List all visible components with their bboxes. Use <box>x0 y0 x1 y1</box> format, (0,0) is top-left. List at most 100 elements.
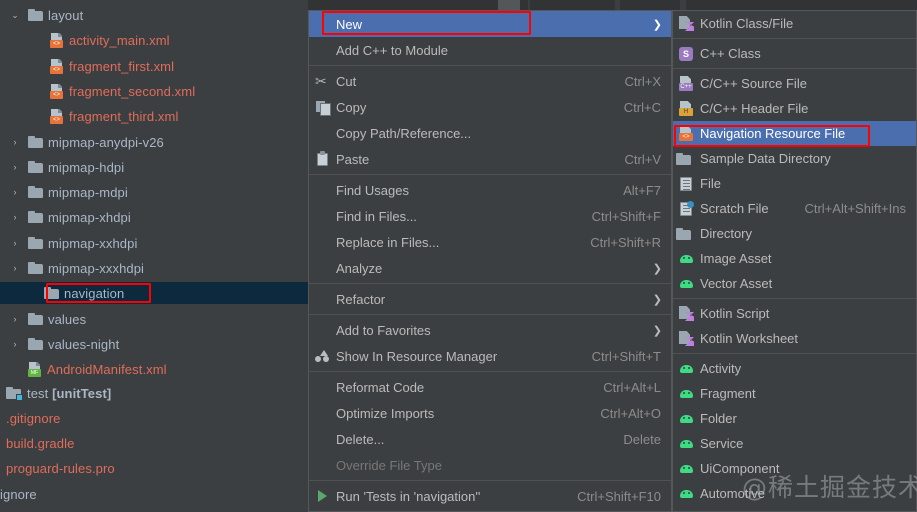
tree-row-label: fragment_second.xml <box>69 83 196 99</box>
submenu-item-icon-slot <box>673 431 699 457</box>
menu-item[interactable]: Copy Ctrl+C <box>309 94 671 120</box>
tree-row[interactable]: proguard-rules.pro <box>0 457 308 479</box>
project-tree[interactable]: ⌄ layout <> activity_main.xml <> fragment_fir… <box>0 0 308 512</box>
tree-row[interactable]: › values-night <box>0 333 308 355</box>
menu-item[interactable]: Run 'Tests in 'navigation'' Ctrl+Shift+F1… <box>309 483 671 509</box>
menu-item[interactable]: Refactor ❯ <box>309 286 671 312</box>
menu-item[interactable]: Optimize Imports Ctrl+Alt+O <box>309 400 671 426</box>
folder-icon <box>28 186 43 198</box>
context-menu[interactable]: New ❯ Add C++ to Module ✂ Cut Ctrl+X Copy Ctrl+… <box>308 10 672 512</box>
menu-item[interactable]: Override File Type <box>309 452 671 478</box>
submenu-item[interactable]: Scratch File Ctrl+Alt+Shift+Ins <box>673 196 916 221</box>
cpp-class-icon: S <box>679 46 693 61</box>
menu-item[interactable]: Analyze ❯ <box>309 255 671 281</box>
tree-row-label: build.gradle <box>6 435 75 451</box>
submenu-item[interactable]: Folder <box>673 406 916 431</box>
toolbar-segment-4[interactable] <box>686 0 917 10</box>
menu-item-shortcut: Ctrl+C <box>623 99 661 115</box>
chevron-right-icon[interactable]: › <box>8 131 22 153</box>
menu-item[interactable]: New ❯ <box>309 11 671 37</box>
tree-row[interactable]: navigation <box>0 282 308 304</box>
tree-row[interactable]: <> fragment_first.xml <box>0 55 308 77</box>
submenu-item[interactable]: Activity <box>673 356 916 381</box>
tree-row[interactable]: <> fragment_third.xml <box>0 105 308 127</box>
menu-item[interactable]: Find Usages Alt+F7 <box>309 177 671 203</box>
submenu-item[interactable]: S C++ Class <box>673 41 916 66</box>
menu-item[interactable]: Replace in Files... Ctrl+Shift+R <box>309 229 671 255</box>
submenu-item[interactable]: Kotlin Class/File <box>673 11 916 36</box>
menu-item[interactable]: Delete... Delete <box>309 426 671 452</box>
chevron-right-icon[interactable]: › <box>8 206 22 228</box>
chevron-right-icon[interactable]: › <box>8 308 22 330</box>
menu-item[interactable]: Copy Path/Reference... <box>309 120 671 146</box>
android-icon <box>679 278 694 289</box>
menu-item[interactable]: Paste Ctrl+V <box>309 146 671 172</box>
submenu-item[interactable]: H C/C++ Header File <box>673 96 916 121</box>
chevron-right-icon[interactable]: › <box>8 181 22 203</box>
submenu-item[interactable]: <> Navigation Resource File <box>673 121 916 146</box>
chevron-right-icon[interactable]: › <box>8 333 22 355</box>
menu-separator <box>309 314 671 315</box>
submenu-item-label: Scratch File <box>700 201 769 216</box>
submenu-item-label: C++ Class <box>700 46 761 61</box>
chevron-right-icon[interactable]: › <box>8 232 22 254</box>
menu-item-icon-slot <box>309 146 335 172</box>
tree-row[interactable]: <> fragment_second.xml <box>0 80 308 102</box>
tree-row[interactable]: › mipmap-hdpi <box>0 156 308 178</box>
toolbar-knob[interactable] <box>498 0 520 10</box>
new-submenu[interactable]: Kotlin Class/File S C++ Class C++ C/C++ Sour… <box>672 10 917 512</box>
chevron-down-icon[interactable]: ⌄ <box>8 4 22 26</box>
tree-row[interactable]: › mipmap-xxxhdpi <box>0 257 308 279</box>
submenu-item-label: Navigation Resource File <box>700 126 846 141</box>
tree-row[interactable]: › values <box>0 308 308 330</box>
menu-item[interactable]: Show In Resource Manager Ctrl+Shift+T <box>309 343 671 369</box>
tree-row[interactable]: › mipmap-xxhdpi <box>0 232 308 254</box>
chevron-right-icon[interactable]: › <box>8 156 22 178</box>
menu-item[interactable]: Add to Favorites ❯ <box>309 317 671 343</box>
menu-item-label: Show In Resource Manager <box>336 348 498 364</box>
submenu-item[interactable]: Kotlin Script <box>673 301 916 326</box>
submenu-item[interactable]: Sample Data Directory <box>673 146 916 171</box>
submenu-item[interactable]: Kotlin Worksheet <box>673 326 916 351</box>
submenu-item[interactable]: Directory <box>673 221 916 246</box>
menu-item[interactable]: Add C++ to Module <box>309 37 671 63</box>
toolbar-segment-3[interactable] <box>620 0 680 10</box>
tree-row-label: AndroidManifest.xml <box>47 361 167 377</box>
tree-row-label: mipmap-mdpi <box>48 184 128 200</box>
tree-row[interactable]: .gitignore <box>0 407 308 429</box>
submenu-item[interactable]: Vector Asset <box>673 271 916 296</box>
folder-icon <box>676 227 691 240</box>
submenu-item-icon-slot <box>673 456 699 482</box>
tree-row[interactable]: test [unitTest] <box>0 382 308 404</box>
submenu-item[interactable]: File <box>673 171 916 196</box>
menu-item[interactable]: ✂ Cut Ctrl+X <box>309 68 671 94</box>
menu-item-label: Copy <box>336 99 367 115</box>
toolbar-segment-2[interactable] <box>530 0 615 10</box>
submenu-item-label: Kotlin Worksheet <box>700 331 799 346</box>
tree-row[interactable]: › mipmap-xhdpi <box>0 206 308 228</box>
menu-item-icon-slot <box>309 177 335 203</box>
tree-row[interactable]: › mipmap-anydpi-v26 <box>0 131 308 153</box>
tree-row[interactable]: ⌄ layout <box>0 4 308 26</box>
submenu-item[interactable]: Fragment <box>673 381 916 406</box>
tree-row[interactable]: ignore <box>0 483 308 505</box>
menu-item[interactable]: Find in Files... Ctrl+Shift+F <box>309 203 671 229</box>
toolbar-segment-1[interactable] <box>308 0 528 10</box>
submenu-item-label: Kotlin Class/File <box>700 16 794 31</box>
folder-icon <box>676 152 691 165</box>
tree-row[interactable]: build.gradle <box>0 432 308 454</box>
tree-row[interactable]: › mipmap-mdpi <box>0 181 308 203</box>
menu-item-shortcut: Ctrl+Shift+R <box>590 234 661 250</box>
chevron-right-icon[interactable]: › <box>8 257 22 279</box>
tree-row[interactable]: MF AndroidManifest.xml <box>0 358 308 380</box>
submenu-item-icon-slot <box>673 196 699 222</box>
tree-row[interactable]: <> activity_main.xml <box>0 29 308 51</box>
menu-item-shortcut: Ctrl+Alt+L <box>603 379 661 395</box>
screenshot-root: ⌄ layout <> activity_main.xml <> fragment_fir… <box>0 0 917 512</box>
submenu-item[interactable]: C++ C/C++ Source File <box>673 71 916 96</box>
menu-item[interactable]: Reformat Code Ctrl+Alt+L <box>309 374 671 400</box>
submenu-item-icon-slot: C++ <box>673 71 699 97</box>
xml-file-icon: <> <box>50 83 64 99</box>
submenu-item[interactable]: Service <box>673 431 916 456</box>
submenu-item[interactable]: Image Asset <box>673 246 916 271</box>
